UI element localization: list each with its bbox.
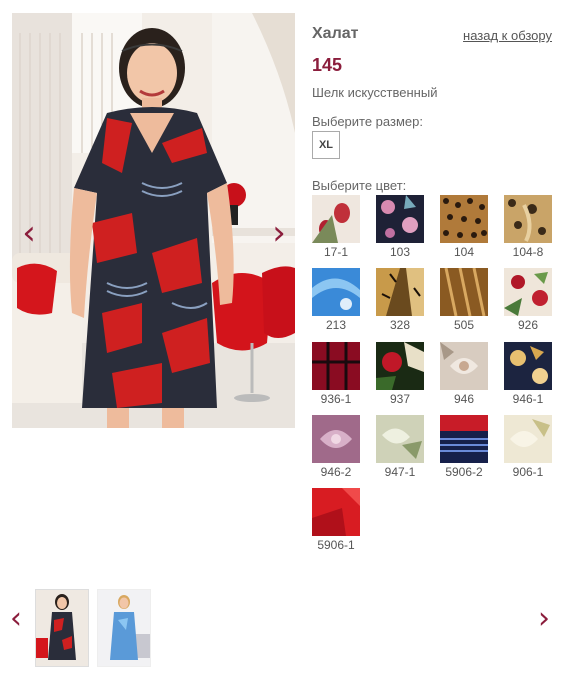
- swatch-image: [312, 268, 360, 316]
- swatch-code: 946-1: [512, 392, 544, 406]
- swatch-code: 947-1: [384, 465, 416, 479]
- product-material: Шелк искусственный: [312, 85, 438, 100]
- product-title: Халат: [312, 25, 359, 42]
- thumbs-prev-arrow-icon[interactable]: ‹: [10, 602, 22, 636]
- swatch-code: 906-1: [512, 465, 544, 479]
- color-swatch[interactable]: 937: [376, 342, 424, 406]
- thumbs-next-arrow-icon[interactable]: ›: [538, 602, 550, 636]
- color-label: Выберите цвет:: [312, 178, 407, 193]
- color-swatch[interactable]: 946: [440, 342, 488, 406]
- thumbnail-1[interactable]: [35, 589, 89, 667]
- swatch-code: 104-8: [512, 245, 544, 259]
- color-swatch[interactable]: 947-1: [376, 415, 424, 479]
- product-price: 145: [312, 55, 343, 75]
- swatch-code: 5906-2: [445, 465, 483, 479]
- swatch-code: 946: [453, 392, 475, 406]
- color-swatch[interactable]: 926: [504, 268, 552, 332]
- size-label: Выберите размер:: [312, 114, 423, 129]
- color-swatch[interactable]: 946-2: [312, 415, 360, 479]
- color-swatch[interactable]: 328: [376, 268, 424, 332]
- back-to-overview-link[interactable]: назад к обзору: [463, 28, 552, 43]
- swatch-image: [376, 268, 424, 316]
- swatch-image: [440, 268, 488, 316]
- swatch-code: 926: [517, 318, 539, 332]
- swatch-code: 936-1: [320, 392, 352, 406]
- color-swatch[interactable]: 104-8: [504, 195, 552, 259]
- color-swatch[interactable]: 5906-1: [312, 488, 360, 552]
- swatch-image: [440, 195, 488, 243]
- swatch-image: [440, 342, 488, 390]
- thumbnail-2[interactable]: [97, 589, 151, 667]
- swatch-image: [504, 342, 552, 390]
- swatch-image: [504, 415, 552, 463]
- swatch-image: [376, 342, 424, 390]
- swatch-code: 213: [325, 318, 347, 332]
- photo-next-arrow-icon[interactable]: ›: [270, 216, 288, 252]
- swatch-code: 328: [389, 318, 411, 332]
- color-swatch[interactable]: 103: [376, 195, 424, 259]
- swatch-image: [376, 415, 424, 463]
- swatch-code: 104: [453, 245, 475, 259]
- color-swatch[interactable]: 17-1: [312, 195, 360, 259]
- swatch-image: [504, 268, 552, 316]
- swatch-code: 103: [389, 245, 411, 259]
- color-swatch[interactable]: 505: [440, 268, 488, 332]
- swatch-image: [312, 195, 360, 243]
- size-option-xl[interactable]: XL: [312, 131, 340, 159]
- color-swatch[interactable]: 936-1: [312, 342, 360, 406]
- swatch-code: 937: [389, 392, 411, 406]
- swatch-image: [504, 195, 552, 243]
- swatch-image: [440, 415, 488, 463]
- swatch-code: 505: [453, 318, 475, 332]
- photo-prev-arrow-icon[interactable]: ‹: [20, 216, 38, 252]
- color-swatch[interactable]: 213: [312, 268, 360, 332]
- color-swatch[interactable]: 906-1: [504, 415, 552, 479]
- color-swatch[interactable]: 104: [440, 195, 488, 259]
- swatch-image: [376, 195, 424, 243]
- main-product-photo[interactable]: [12, 13, 295, 428]
- swatch-image: [312, 415, 360, 463]
- color-swatch[interactable]: 946-1: [504, 342, 552, 406]
- swatch-image: [312, 342, 360, 390]
- swatch-code: 946-2: [320, 465, 352, 479]
- swatch-code: 5906-1: [317, 538, 355, 552]
- swatch-code: 17-1: [323, 245, 349, 259]
- color-swatch[interactable]: 5906-2: [440, 415, 488, 479]
- swatch-image: [312, 488, 360, 536]
